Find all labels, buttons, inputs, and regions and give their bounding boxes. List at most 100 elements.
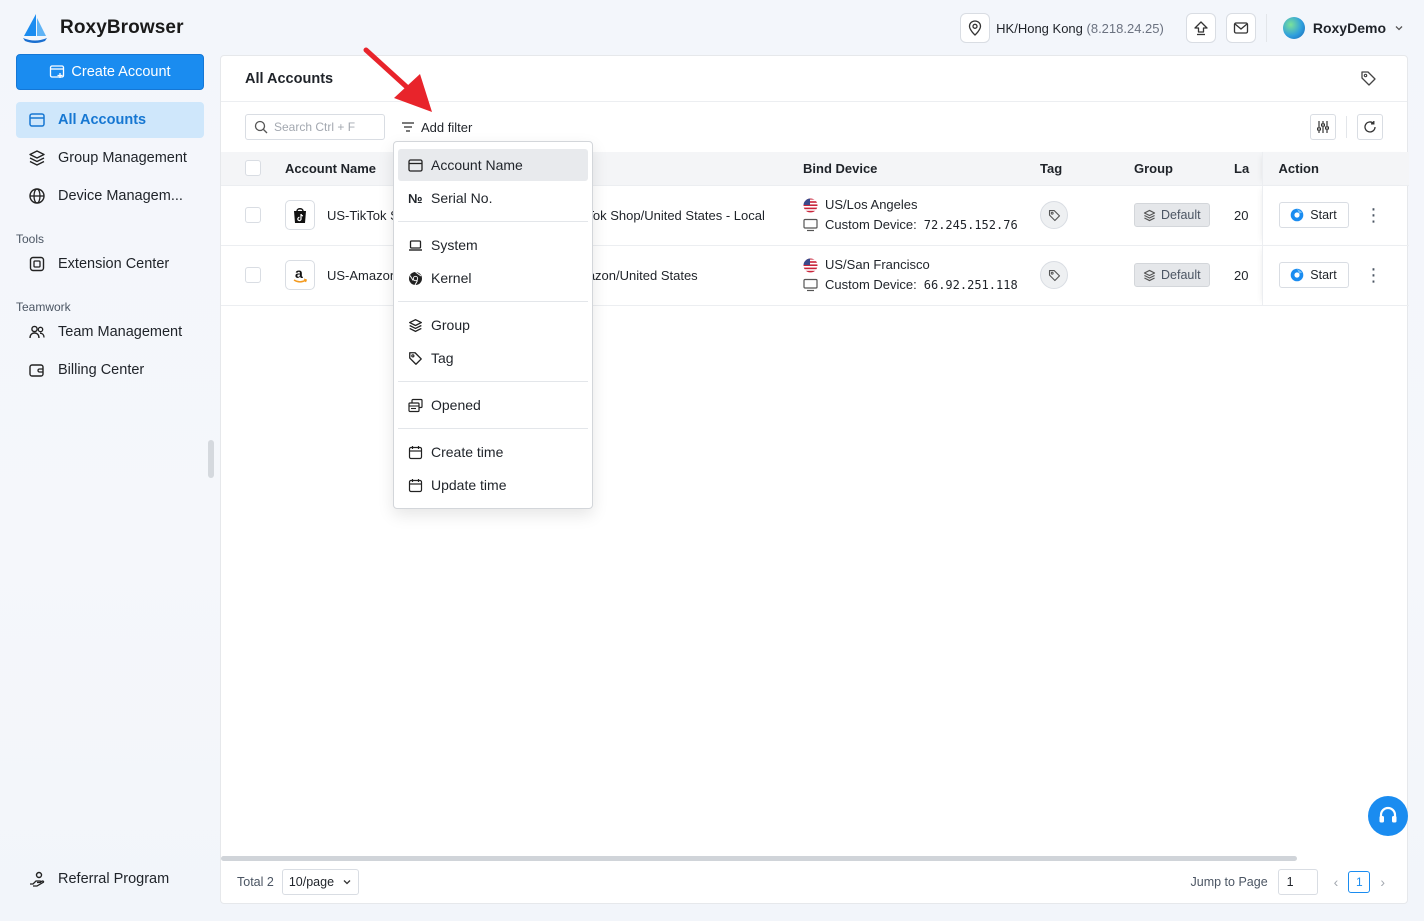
pagination-footer: Total 2 10/page Jump to Page 1 ‹ 1 › [221,861,1407,903]
location-text: HK/Hong Kong (8.218.24.25) [996,21,1164,36]
menu-item-group[interactable]: Group [398,309,588,341]
tag-icon[interactable] [1360,70,1377,87]
tag-icon [1048,209,1061,222]
account-platform: ikTok Shop/United States - Local [577,185,803,246]
sidebar-item-all-accounts[interactable]: All Accounts [16,102,204,138]
group-name: Default [1161,208,1201,222]
page-number[interactable]: 1 [1348,871,1371,893]
sidebar-item-extension-center[interactable]: Extension Center [16,246,204,282]
add-filter-menu: Account Name № Serial No. System Kernel … [393,141,593,509]
brand-name: RoxyBrowser [60,17,184,38]
us-flag-icon [803,258,818,273]
total-count: Total 2 [237,875,274,889]
create-account-label: Create Account [71,64,171,80]
col-last[interactable]: La [1234,152,1262,186]
create-account-button[interactable]: Create Account [16,54,204,90]
add-filter-button[interactable]: Add filter [401,120,472,135]
messages-button[interactable] [1225,13,1256,43]
toolbar-actions [1310,114,1383,140]
pager: Jump to Page 1 ‹ 1 › [1191,869,1385,895]
layers-icon [408,318,423,333]
referral-icon [28,870,46,888]
user-menu[interactable]: RoxyDemo [1282,17,1404,39]
menu-item-account-name[interactable]: Account Name [398,149,588,181]
annotation-arrow-icon [360,46,440,118]
sidebar-item-label: Team Management [58,324,183,340]
menu-item-label: Serial No. [431,190,493,206]
menu-item-label: Account Name [431,157,523,173]
amazon-icon: a [285,260,315,290]
account-name[interactable]: US-TikTok S [327,208,399,223]
refresh-icon [1363,120,1377,134]
sidebar-item-device-management[interactable]: Device Managem... [16,178,204,214]
layers-icon [1143,269,1156,282]
support-chat-button[interactable] [1368,796,1408,836]
start-button[interactable]: Start [1278,262,1349,288]
upgrade-button[interactable] [1185,13,1216,43]
us-flag-icon [803,198,818,213]
refresh-button[interactable] [1357,114,1383,140]
sidebar-item-label: Group Management [58,150,187,166]
group-badge[interactable]: Default [1134,263,1210,287]
device-ip: 72.245.152.76 [923,218,1018,232]
menu-item-opened[interactable]: Opened [398,389,588,421]
proxy-location[interactable]: HK/Hong Kong (8.218.24.25) [960,12,1164,44]
menu-item-serial-no[interactable]: № Serial No. [398,182,588,214]
sidebar-item-label: All Accounts [58,112,147,128]
add-tag-button[interactable] [1040,261,1068,289]
menu-item-kernel[interactable]: Kernel [398,262,588,294]
referral-program-link[interactable]: Referral Program [28,870,169,888]
next-page-icon[interactable]: › [1380,874,1385,890]
teamwork-section-title: Teamwork [16,300,71,314]
search-placeholder: Search Ctrl + F [274,120,356,134]
sidebar-tools: Tools Extension Center [16,226,204,284]
opened-windows-icon [408,398,423,413]
menu-divider [398,221,588,222]
account-name[interactable]: US-Amazon [327,268,397,283]
bind-device-info: US/San Francisco Custom Device: 66.92.25… [803,255,1040,295]
start-label: Start [1310,208,1337,222]
sidebar-item-team-management[interactable]: Team Management [16,314,204,350]
row-checkbox[interactable] [245,267,261,283]
menu-item-label: Create time [431,444,504,460]
menu-item-system[interactable]: System [398,229,588,261]
bind-device-info: US/Los Angeles Custom Device: 72.245.152… [803,195,1040,235]
col-tag[interactable]: Tag [1040,152,1134,186]
menu-item-update-time[interactable]: Update time [398,469,588,501]
sidebar-item-group-management[interactable]: Group Management [16,140,204,176]
menu-item-tag[interactable]: Tag [398,342,588,374]
select-all-checkbox[interactable] [245,160,261,177]
tag-icon [1048,269,1061,282]
column-settings-button[interactable] [1310,114,1336,140]
page-size-select[interactable]: 10/page [281,869,360,895]
browser-kernel-icon [1290,268,1304,282]
location: US/Los Angeles [825,197,918,212]
headset-icon [1377,805,1399,827]
start-button[interactable]: Start [1278,202,1349,228]
menu-divider [398,428,588,429]
sidebar-item-label: Extension Center [58,256,170,272]
row-checkbox[interactable] [245,207,261,223]
col-bind-device[interactable]: Bind Device [803,152,1040,186]
divider [1265,14,1267,42]
prev-page-icon[interactable]: ‹ [1334,874,1339,890]
add-tag-button[interactable] [1040,201,1068,229]
col-group[interactable]: Group [1134,152,1234,186]
location-pin-icon[interactable] [960,13,991,43]
more-options-icon[interactable]: ⋮ [1365,206,1383,224]
device-label: Custom Device: [825,217,917,232]
monitor-icon [803,218,818,232]
menu-item-create-time[interactable]: Create time [398,436,588,468]
sidebar-item-billing-center[interactable]: Billing Center [16,352,204,388]
chevron-down-icon [1394,23,1404,33]
extension-icon [28,255,46,273]
group-badge[interactable]: Default [1134,203,1210,227]
menu-item-label: Opened [431,397,481,413]
sidebar-resize-handle[interactable] [208,440,214,478]
sidebar-teamwork: Teamwork Team Management Billing Center [16,294,204,390]
more-options-icon[interactable]: ⋮ [1365,266,1383,284]
menu-divider [398,301,588,302]
jump-to-page-input[interactable]: 1 [1277,869,1318,895]
team-icon [28,323,46,341]
location: US/San Francisco [825,257,930,272]
